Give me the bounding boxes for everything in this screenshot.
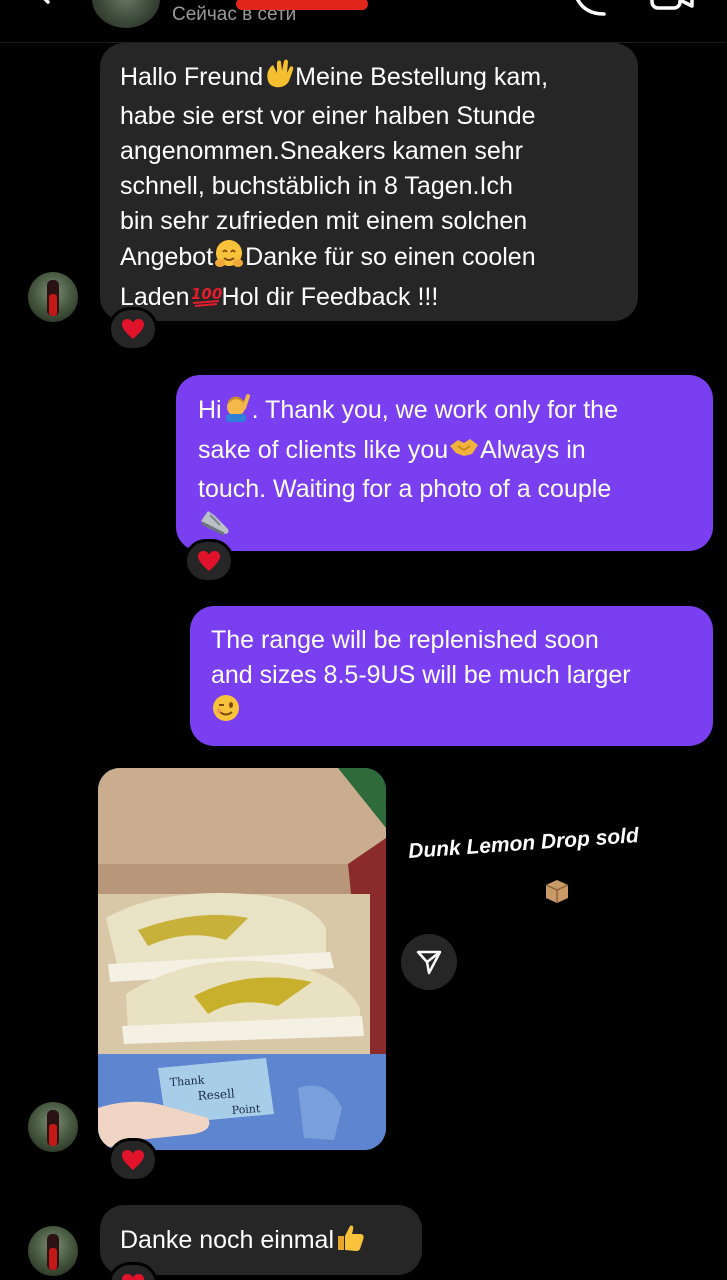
outgoing-message-bubble[interactable]: Hi . Thank you, we work only for the sake … (176, 375, 713, 551)
hundred-points-emoji: 100 (190, 279, 222, 319)
note-text: Thank (169, 1074, 205, 1089)
message-text: Danke noch einmal (120, 1226, 335, 1254)
heart-icon (122, 319, 144, 339)
waving-hand-emoji (263, 59, 295, 99)
message-text: Danke für so einen coolen (245, 243, 536, 271)
story-reply-photo[interactable]: Thank Resell Point (98, 768, 386, 1150)
heart-icon (198, 551, 220, 571)
contact-avatar[interactable] (92, 0, 160, 28)
message-text: touch. Waiting for a photo of a couple (198, 475, 612, 503)
message-text: sake of clients like you (198, 436, 449, 464)
contact-avatar[interactable] (28, 1102, 78, 1152)
video-camera-icon[interactable] (648, 0, 696, 16)
note-text: Resell (197, 1086, 235, 1103)
back-arrow-icon[interactable] (30, 0, 70, 16)
hugging-face-emoji (213, 239, 245, 279)
message-text: . Thank you, we work only for the (251, 396, 618, 424)
incoming-message-bubble[interactable]: Danke noch einmal (100, 1205, 422, 1275)
message-text: Hallo Freund (120, 63, 264, 91)
heart-icon (122, 1150, 144, 1170)
message-text: The range will be replenished soon and s… (211, 626, 631, 689)
heart-reaction[interactable] (108, 1138, 158, 1182)
incoming-message-bubble[interactable]: Hallo Freund Meine Bestellung kam, habe s… (100, 43, 638, 321)
message-text: Hol dir Feedback !!! (221, 283, 439, 311)
send-icon (416, 950, 442, 975)
story-caption: Dunk Lemon Drop sold (407, 823, 640, 864)
message-text: Meine Bestellung kam, habe sie erst vor … (120, 63, 549, 271)
phone-icon[interactable] (570, 0, 610, 18)
chat-header: Сейчас в сети (0, 0, 727, 43)
share-button[interactable] (401, 934, 457, 990)
message-text: Always in (480, 436, 586, 464)
redaction-mark (236, 0, 368, 10)
winking-face-emoji (211, 693, 243, 733)
contact-avatar[interactable] (28, 1226, 78, 1276)
message-text: Hi (198, 396, 222, 424)
chat-screen: Сейчас в сети Hallo Freund Meine Bestellu… (0, 0, 727, 1280)
sneaker-box-photo: Thank Resell Point (98, 768, 386, 1150)
heart-icon (122, 1274, 144, 1280)
person-raising-hand-emoji (222, 392, 252, 432)
heart-reaction[interactable] (184, 539, 234, 583)
thumbs-up-emoji (334, 1222, 366, 1262)
handshake-emoji (448, 432, 480, 472)
contact-avatar[interactable] (28, 272, 78, 322)
package-emoji (544, 878, 570, 909)
heart-reaction[interactable] (108, 307, 158, 351)
note-text: Point (231, 1102, 261, 1117)
outgoing-message-bubble[interactable]: The range will be replenished soon and s… (190, 606, 713, 746)
